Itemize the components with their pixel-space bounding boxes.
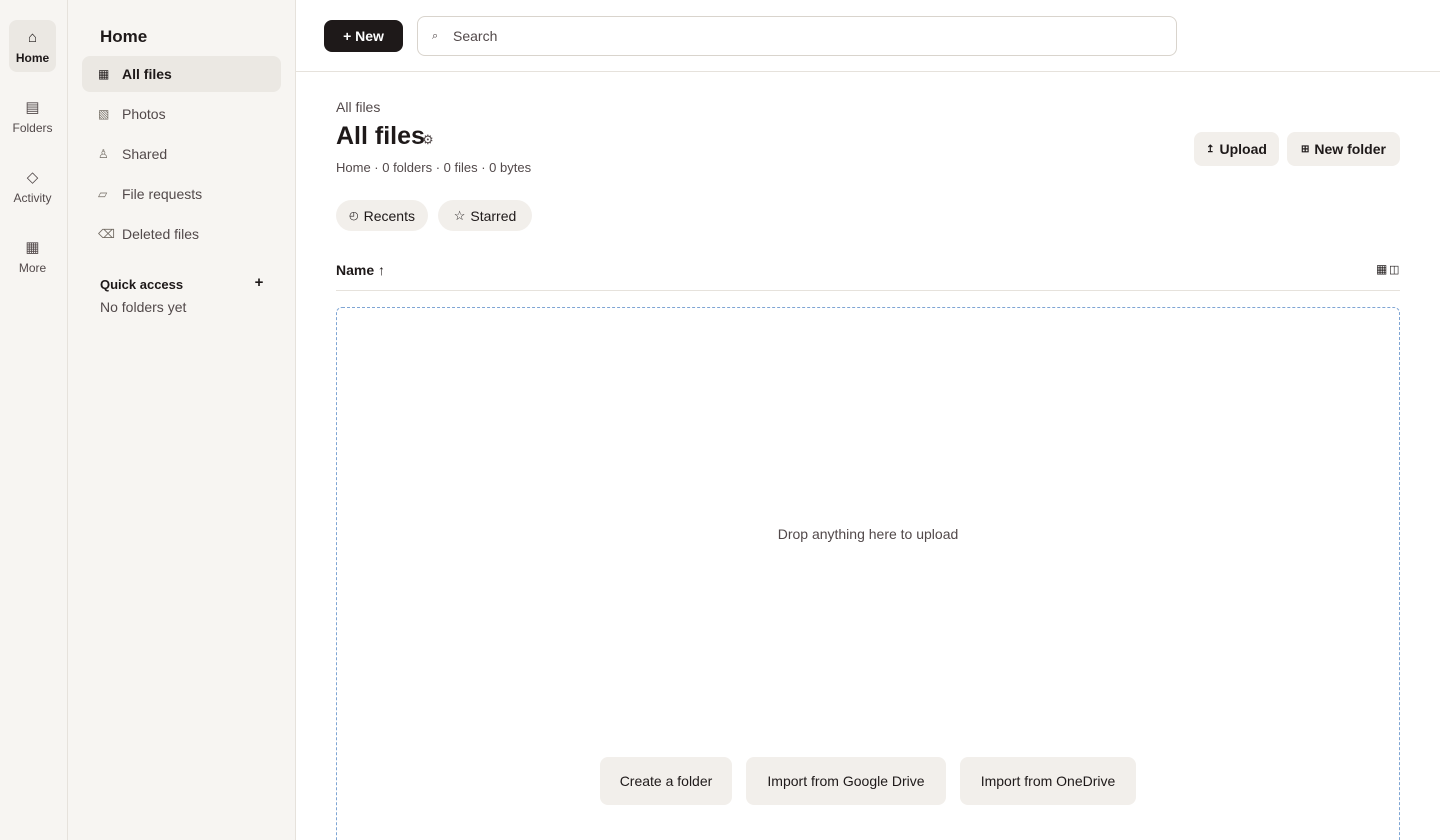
file-list-header: Name ↑ ▦ ◫ [336, 254, 1400, 291]
search-icon: ⌕ [432, 29, 439, 42]
list-view-icon[interactable]: ◫ [1389, 263, 1399, 276]
grid-view-icon[interactable]: ▦ [1376, 262, 1387, 276]
sidebar-item-photos[interactable]: ▧ Photos [82, 96, 281, 132]
sidebar-item-all-files[interactable]: ▦ All files [82, 56, 281, 92]
new-button[interactable]: + New [324, 20, 403, 52]
sort-by-name-button[interactable]: Name ↑ [336, 262, 385, 278]
sidebar: Home ▦ All files ▧ Photos ♙ Shared ▱ Fil… [68, 0, 296, 840]
upload-icon: ↥ [1206, 143, 1215, 155]
upload-dropzone[interactable]: Drop anything here to upload Create a fo… [336, 307, 1400, 840]
rail-item-folders[interactable]: ▤ Folders [9, 90, 56, 142]
recents-chip[interactable]: ◴ Recents [336, 200, 428, 231]
home-icon: ⌂ [27, 28, 38, 46]
top-bar: + New ⌕ [296, 0, 1440, 72]
sidebar-item-label: Photos [122, 106, 166, 122]
rail-item-label: Home [15, 50, 50, 65]
sidebar-item-shared[interactable]: ♙ Shared [82, 136, 281, 172]
app-rail: ⌂ Home ▤ Folders ◇ Activity ▦ More [0, 0, 68, 840]
sidebar-item-label: Shared [122, 146, 168, 162]
star-icon: ☆ [453, 207, 466, 223]
breadcrumb[interactable]: All files [336, 99, 380, 115]
upload-label: Upload [1219, 141, 1267, 157]
starred-chip[interactable]: ☆ Starred [438, 200, 532, 231]
rail-item-label: More [18, 260, 47, 275]
main-content: All files All files ⚙ Home · 0 folders ·… [296, 72, 1440, 840]
file-request-icon: ▱ [98, 187, 108, 201]
import-onedrive-button[interactable]: Import from OneDrive [960, 757, 1136, 805]
chip-label: Starred [470, 207, 517, 224]
dropzone-text: Drop anything here to upload [777, 526, 959, 542]
new-folder-icon: ⊞ [1301, 143, 1310, 155]
search-input[interactable] [453, 28, 1153, 44]
sidebar-item-label: All files [122, 66, 172, 82]
sidebar-item-label: File requests [122, 186, 203, 202]
rail-item-label: Folders [12, 120, 53, 135]
delete-icon: ⌫ [98, 227, 115, 241]
rail-item-activity[interactable]: ◇ Activity [9, 160, 56, 212]
page-title: All files [336, 122, 425, 150]
folders-icon: ▤ [25, 98, 40, 116]
quick-access-empty-text: No folders yet [100, 299, 187, 315]
rail-item-label: Activity [13, 190, 52, 205]
create-folder-button[interactable]: Create a folder [600, 757, 732, 805]
upload-button[interactable]: ↥ Upload [1194, 132, 1279, 166]
photos-icon: ▧ [98, 107, 110, 121]
clock-icon: ◴ [349, 210, 359, 222]
import-google-drive-button[interactable]: Import from Google Drive [746, 757, 946, 805]
sidebar-title: Home [100, 27, 148, 46]
apps-grid-icon: ▦ [25, 238, 40, 256]
settings-icon[interactable]: ⚙ [422, 132, 434, 148]
sidebar-item-deleted-files[interactable]: ⌫ Deleted files [82, 216, 281, 252]
activity-icon: ◇ [26, 168, 39, 186]
sidebar-item-file-requests[interactable]: ▱ File requests [82, 176, 281, 212]
rail-item-more[interactable]: ▦ More [9, 230, 56, 282]
folder-summary: Home · 0 folders · 0 files · 0 bytes [336, 160, 532, 175]
grid-icon: ▦ [98, 67, 110, 81]
add-quick-access-button[interactable]: + [251, 274, 267, 294]
new-folder-button[interactable]: ⊞ New folder [1287, 132, 1400, 166]
search-box[interactable]: ⌕ [417, 16, 1177, 56]
rail-item-home[interactable]: ⌂ Home [9, 20, 56, 72]
new-folder-label: New folder [1314, 141, 1386, 157]
person-icon: ♙ [98, 147, 109, 161]
sidebar-item-label: Deleted files [122, 226, 200, 242]
quick-access-title: Quick access [100, 277, 184, 292]
chip-label: Recents [363, 207, 415, 224]
